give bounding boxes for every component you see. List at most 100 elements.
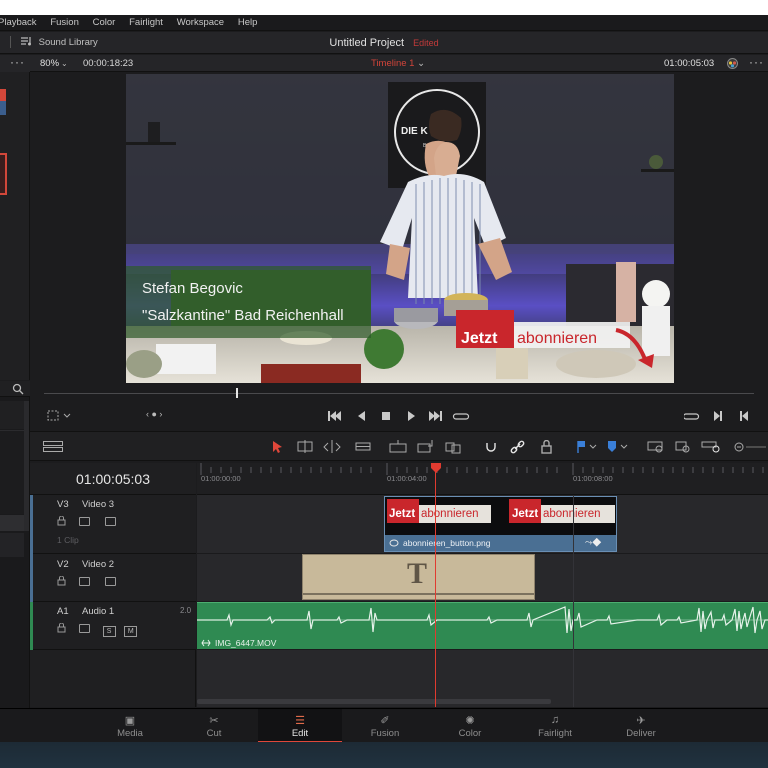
fusion-icon: ✐ <box>380 715 390 727</box>
bin-item-selected[interactable] <box>0 515 24 531</box>
edited-status: Edited <box>413 38 439 48</box>
menu-fusion[interactable]: Fusion <box>50 15 79 31</box>
page-media[interactable]: ▣ Media <box>88 709 172 743</box>
scrubber-playhead[interactable] <box>236 388 238 398</box>
cta-jetzt: Jetzt <box>461 330 498 347</box>
bin-item[interactable] <box>0 401 24 429</box>
page-cut[interactable]: ✂ Cut <box>172 709 256 743</box>
page-fusion[interactable]: ✐ Fusion <box>343 709 427 743</box>
timeline-playhead-handle[interactable] <box>431 463 441 473</box>
marker-icon <box>608 441 628 452</box>
color-viewer-icon[interactable] <box>726 57 739 73</box>
v3-clip-name: abonnieren_button.png <box>403 538 491 548</box>
menu-fairlight[interactable]: Fairlight <box>129 15 163 31</box>
bin-item[interactable] <box>0 533 24 557</box>
timeline-chevron-icon: ⌄ <box>417 58 426 69</box>
menu-workspace[interactable]: Workspace <box>177 15 224 31</box>
v3-clip-abo-1: abonnieren <box>421 508 479 520</box>
skip-end-icon <box>429 411 442 421</box>
track-lock-icon[interactable] <box>57 515 66 526</box>
lower-third-venue: "Salzkantine" Bad Reichenhall <box>142 307 344 324</box>
viewer-scrubber[interactable] <box>30 383 768 405</box>
page-deliver[interactable]: ✈ Deliver <box>599 709 683 743</box>
search-icon[interactable] <box>12 383 24 395</box>
video-viewer[interactable]: DIE K Bad R Stefan Begovic "Salzkantine"… <box>126 74 674 383</box>
clip-fx-icon[interactable]: ⤳◆ <box>585 537 601 548</box>
page-color[interactable]: ✺ Color <box>428 709 512 743</box>
page-color-label: Color <box>458 728 482 739</box>
timeline-playhead[interactable] <box>435 471 436 707</box>
track-name-v3[interactable]: Video 3 <box>82 499 114 510</box>
snapping-icon <box>486 443 496 452</box>
selection-tool-icon[interactable] <box>272 440 284 454</box>
page-fairlight[interactable]: ♫ Fairlight <box>513 709 597 743</box>
edit-icon: ☰ <box>295 715 305 727</box>
menu-playback[interactable]: Playback <box>0 15 37 31</box>
track-name-v2[interactable]: Video 2 <box>82 559 114 570</box>
viewer-options-icon[interactable]: ··· <box>749 55 764 69</box>
menu-help[interactable]: Help <box>238 15 258 31</box>
auto-select-icon[interactable] <box>78 577 90 586</box>
v3-clip[interactable]: Jetzt abonnieren Jetzt abonnieren abonni… <box>384 496 617 552</box>
zoom-chevron-icon[interactable]: ⌄ <box>61 59 68 68</box>
play-icon <box>408 411 415 421</box>
v2-title-clip[interactable]: T <box>302 554 535 600</box>
track-header-v3[interactable]: V3 Video 3 1 Clip <box>30 495 196 554</box>
project-title: Untitled Project Edited <box>0 37 768 49</box>
page-navigation: ▣ Media ✂ Cut ☰ Edit ✐ Fusion ✺ Color ♫ … <box>0 708 768 743</box>
menu-bar: Playback Fusion Color Fairlight Workspac… <box>0 15 768 31</box>
sidebar-scrollbar[interactable] <box>24 401 29 531</box>
timeline-ruler[interactable]: 01:00:00:00 01:00:04:00 01:00:08:00 <box>197 463 768 495</box>
lower-third-name: Stefan Begovic <box>142 280 243 297</box>
sidebar-more-icon[interactable]: ··· <box>10 55 25 69</box>
media-pool-sidebar: ··· <box>0 55 30 380</box>
jog-control-icon[interactable]: ‹ ● › <box>146 409 162 419</box>
timeline-selector[interactable]: Timeline 1 ⌄ <box>371 58 425 69</box>
track-lock-icon[interactable] <box>57 622 66 633</box>
timeline-scrollbar[interactable] <box>197 699 551 704</box>
mute-button[interactable]: M <box>124 626 138 637</box>
a1-audio-clip[interactable]: IMG_6447.MOV <box>197 602 768 649</box>
v3-clip-jetzt-1: Jetzt <box>389 508 416 520</box>
video-frame: DIE K Bad R Stefan Begovic "Salzkantine"… <box>126 74 674 383</box>
track-lock-icon[interactable] <box>57 575 66 586</box>
zoom-level[interactable]: 80% <box>40 58 59 69</box>
page-cut-label: Cut <box>206 728 222 739</box>
track-name-a1[interactable]: Audio 1 <box>82 606 114 617</box>
trim-tool-icon <box>297 440 313 453</box>
sign-line1: DIE K <box>401 126 428 137</box>
zoom-detail-icon <box>675 441 690 453</box>
timeline-timecode: 01:00:05:03 <box>30 463 196 495</box>
top-white-strip <box>0 0 768 15</box>
cut-icon: ✂ <box>209 715 219 727</box>
media-icon: ▣ <box>124 715 136 727</box>
track-id-v3: V3 <box>57 499 69 510</box>
loop-icon <box>452 413 470 420</box>
timeline-tracks[interactable]: Jetzt abonnieren Jetzt abonnieren abonni… <box>197 495 768 707</box>
auto-select-icon[interactable] <box>78 517 90 526</box>
track-header-v2[interactable]: V2 Video 2 <box>30 554 196 602</box>
viewer-mode-icon[interactable] <box>47 410 71 422</box>
ruler-label-0: 01:00:00:00 <box>201 474 241 483</box>
track-clip-count: 1 Clip <box>57 535 79 545</box>
track-visibility-icon[interactable] <box>104 517 116 526</box>
track-header-a1[interactable]: A1 Audio 1 2.0 S M <box>30 602 196 650</box>
track-visibility-icon[interactable] <box>104 577 116 586</box>
fairlight-icon: ♫ <box>550 714 560 726</box>
overwrite-clip-icon <box>417 440 433 453</box>
timeline-view-options-icon[interactable] <box>43 441 63 453</box>
clip-thumb-1[interactable] <box>0 89 6 115</box>
a1-clip-name: IMG_6447.MOV <box>215 638 277 648</box>
page-edit[interactable]: ☰ Edit <box>258 709 342 743</box>
prev-edit-icon <box>740 411 748 421</box>
title-clip-glyph: T <box>407 557 428 590</box>
next-edit-icon <box>714 411 722 421</box>
auto-select-icon[interactable] <box>78 624 90 633</box>
timeline-toolbar <box>30 431 768 461</box>
replace-clip-icon <box>445 442 461 454</box>
cta-abonnieren: abonnieren <box>517 330 597 347</box>
solo-button[interactable]: S <box>102 626 116 637</box>
clip-thumb-2[interactable] <box>0 153 7 195</box>
desktop-background <box>0 742 768 768</box>
menu-color[interactable]: Color <box>93 15 116 31</box>
